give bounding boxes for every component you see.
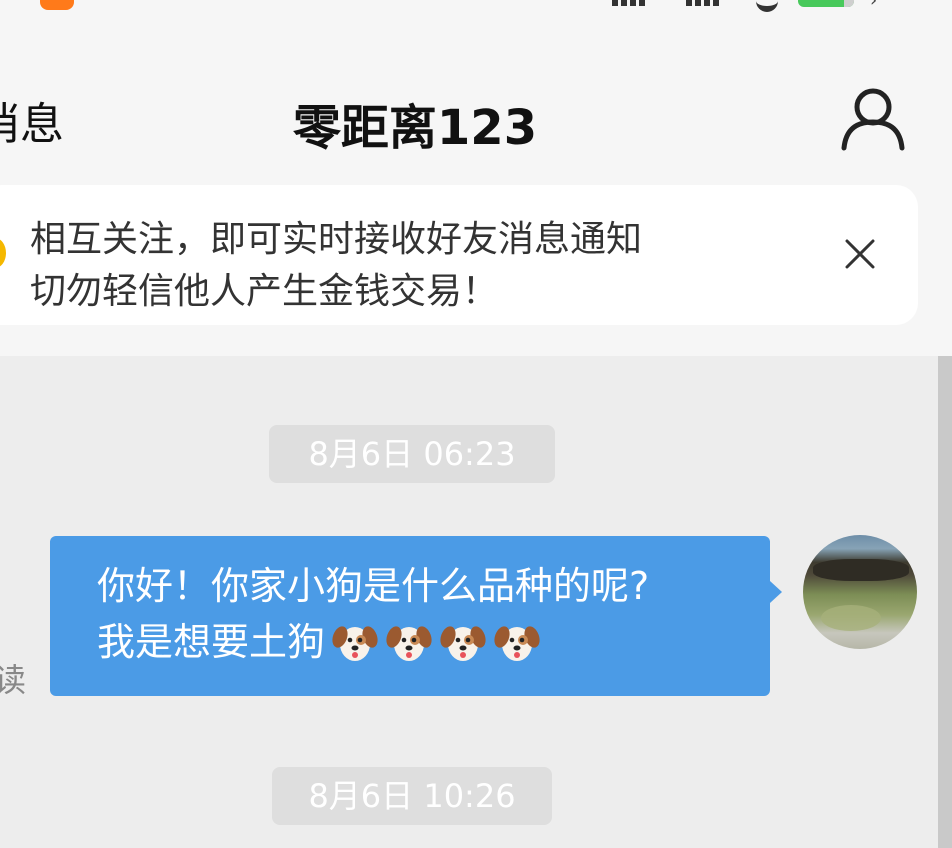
page-title: 零距离123 <box>292 100 538 156</box>
chevron-right-icon: › <box>870 0 878 11</box>
signal-icon <box>612 0 645 6</box>
person-icon <box>841 88 905 151</box>
bubble-tail <box>770 581 782 603</box>
notice-text-line1: 相互关注，即可实时接收好友消息通知 <box>30 219 643 260</box>
message-line2: 我是想要土狗 <box>97 614 770 670</box>
message-bubble[interactable]: 你好！你家小狗是什么品种的呢? 我是想要土狗 <box>50 536 770 696</box>
profile-button[interactable] <box>838 84 908 154</box>
dog-face-icon <box>386 626 432 661</box>
dog-face-icon <box>494 626 540 661</box>
dog-face-icon <box>332 626 378 661</box>
timestamp-pill: 8月6日 06:23 <box>269 425 555 483</box>
close-icon <box>845 239 875 269</box>
signal-icon-2 <box>686 0 719 6</box>
message-line1: 你好！你家小狗是什么品种的呢? <box>97 564 650 608</box>
dog-face-icon <box>440 626 486 661</box>
battery-icon <box>798 0 854 7</box>
notice-close-button[interactable] <box>840 234 880 274</box>
read-status: 读 <box>0 661 27 699</box>
scrollbar[interactable] <box>938 356 952 848</box>
avatar[interactable] <box>803 535 917 649</box>
app-notification-icon <box>40 0 74 10</box>
timestamp-pill: 8月6日 10:26 <box>272 767 552 825</box>
message-line2-text: 我是想要土狗 <box>97 620 326 664</box>
notice-text-line2: 切勿轻信他人产生金钱交易！ <box>30 271 499 312</box>
